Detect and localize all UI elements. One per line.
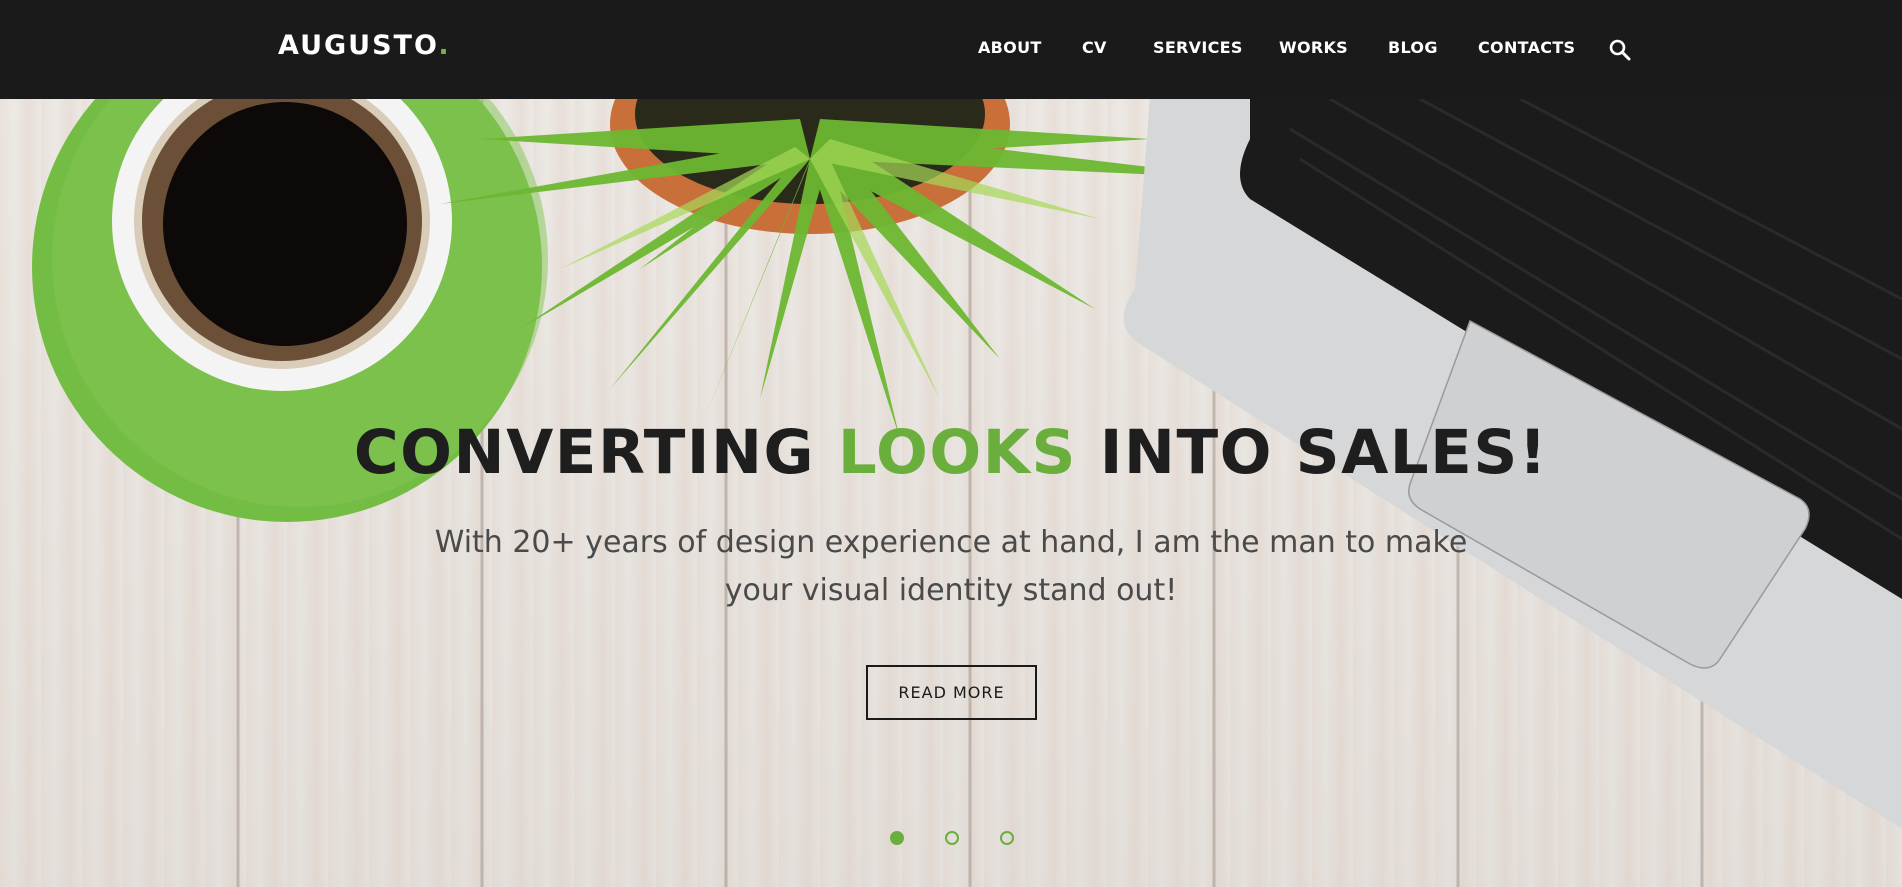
logo-text: AUGUSTO <box>278 30 439 61</box>
nav-item-about[interactable]: ABOUT <box>978 38 1042 57</box>
slider-dot-1[interactable] <box>890 831 904 845</box>
nav-item-blog[interactable]: BLOG <box>1388 38 1438 57</box>
logo-dot: . <box>438 30 451 61</box>
hero-subtext: With 20+ years of design experience at h… <box>434 525 1468 608</box>
search-icon[interactable] <box>1608 38 1632 62</box>
plant-image <box>440 99 1250 439</box>
nav-item-cv[interactable]: CV <box>1082 38 1107 57</box>
nav-item-works[interactable]: WORKS <box>1279 38 1348 57</box>
hero-slider: CONVERTING LOOKS INTO SALES! With 20+ ye… <box>0 99 1902 887</box>
nav-item-services[interactable]: SERVICES <box>1153 38 1243 57</box>
slider-dot-3[interactable] <box>1000 831 1014 845</box>
nav-item-contacts[interactable]: CONTACTS <box>1478 38 1575 57</box>
headline-part-1: CONVERTING <box>353 417 838 488</box>
hero-headline: CONVERTING LOOKS INTO SALES! <box>0 417 1902 488</box>
hero-background-image <box>32 99 1902 829</box>
headline-part-2: INTO SALES! <box>1076 417 1549 488</box>
site-logo[interactable]: AUGUSTO. <box>278 30 451 61</box>
slider-dot-2[interactable] <box>945 831 959 845</box>
headline-accent: LOOKS <box>837 417 1077 488</box>
site-header: AUGUSTO. ABOUT CV SERVICES WORKS BLOG CO… <box>0 0 1902 99</box>
read-more-button[interactable]: READ MORE <box>866 665 1037 720</box>
